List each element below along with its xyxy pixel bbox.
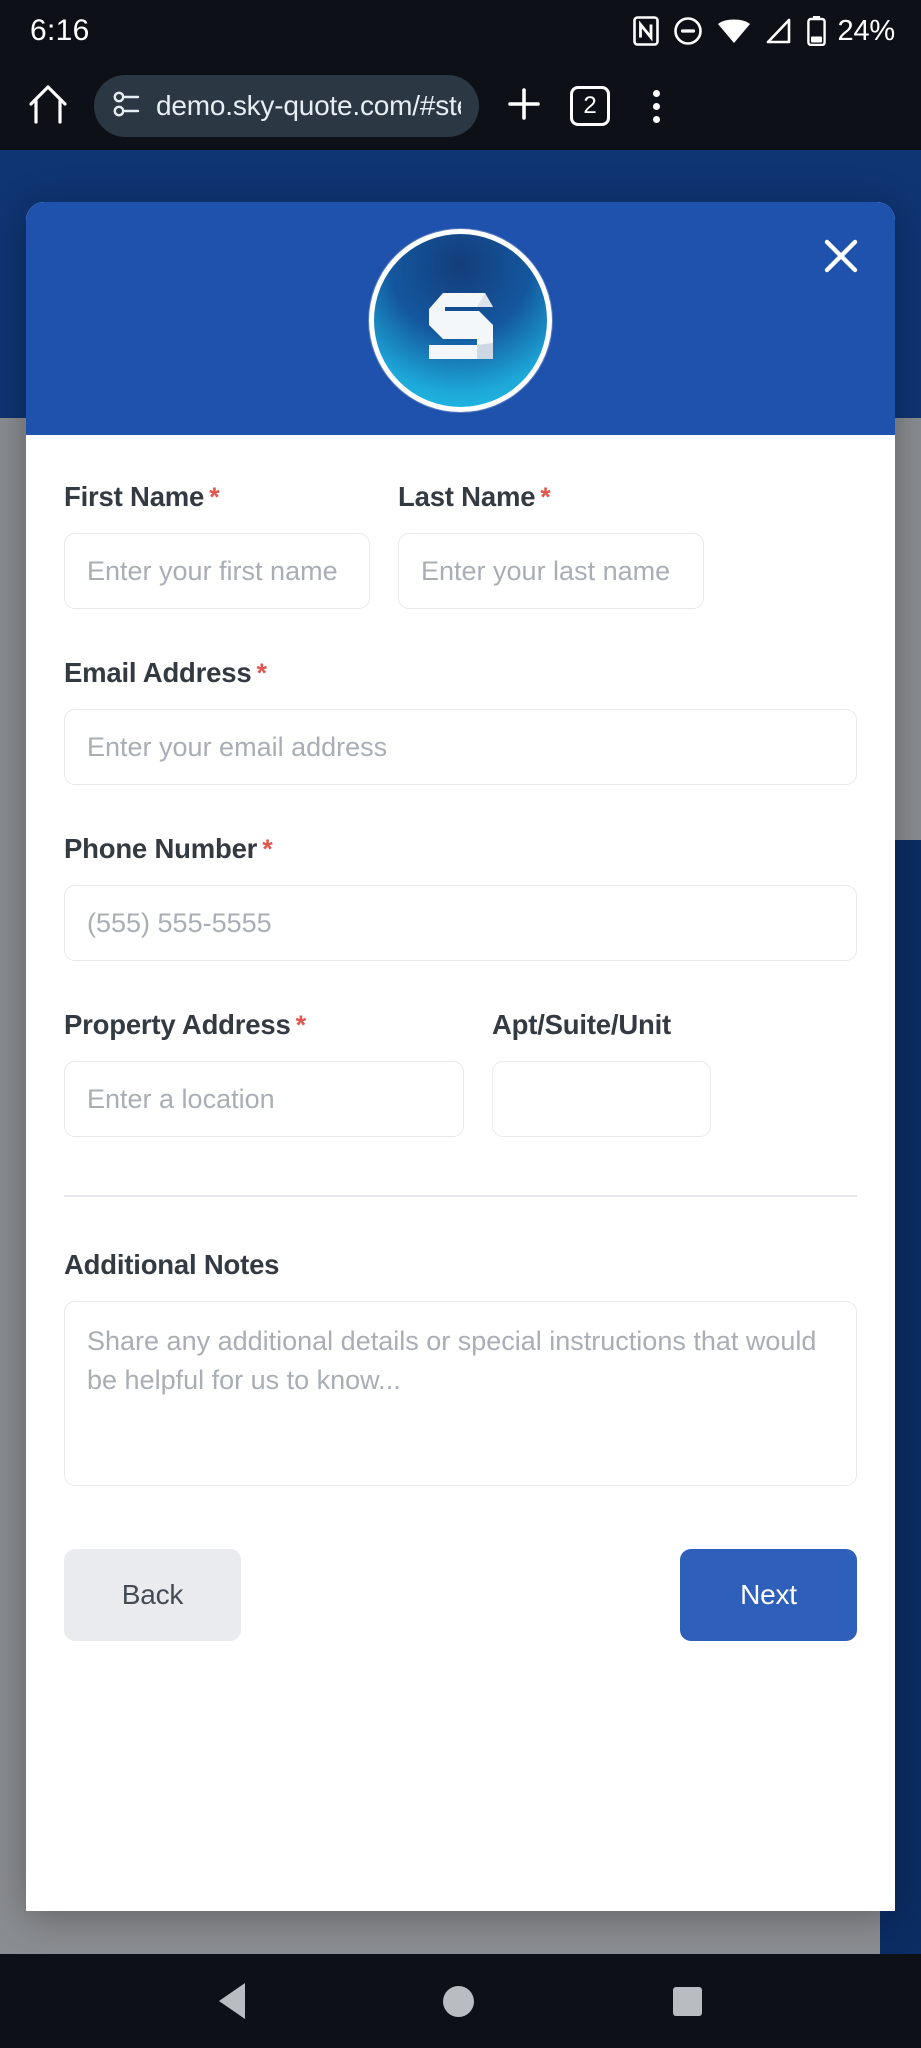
nav-recents-button[interactable] — [672, 1986, 702, 2016]
property-address-label-text: Property Address — [64, 1009, 291, 1040]
apt-unit-field-group: Apt/Suite/Unit — [492, 1009, 711, 1137]
additional-notes-field-group: Additional Notes — [64, 1249, 857, 1491]
apt-unit-input[interactable] — [492, 1061, 711, 1137]
status-clock: 6:16 — [30, 14, 90, 47]
last-name-label: Last Name * — [398, 481, 704, 513]
first-name-label-text: First Name — [64, 481, 205, 512]
last-name-input[interactable] — [398, 533, 704, 609]
home-button[interactable] — [18, 76, 78, 136]
additional-notes-label: Additional Notes — [64, 1248, 280, 1280]
browser-toolbar: demo.sky-quote.com/#step 2 — [0, 62, 921, 150]
quote-form-modal: First Name* Last Name* Email Address* — [26, 202, 895, 1911]
nav-back-button[interactable] — [219, 1983, 246, 2019]
do-not-disturb-icon — [673, 16, 703, 46]
modal-footer: Back Next — [26, 1539, 895, 1641]
home-icon — [26, 82, 70, 131]
last-name-label-text: Last Name — [398, 481, 536, 512]
tab-switcher-button[interactable]: 2 — [559, 75, 621, 137]
browser-menu-button[interactable] — [625, 75, 687, 137]
nav-back-triangle-icon — [219, 1983, 246, 2019]
device-screen: 6:16 24% demo.sky-quote.com/#step 2 Firs… — [0, 0, 921, 2048]
nav-recents-square-icon — [672, 1986, 702, 2016]
nav-home-circle-icon — [443, 1985, 475, 2017]
next-button[interactable]: Next — [680, 1548, 857, 1641]
address-field-row: Property Address* Apt/Suite/Unit — [64, 1009, 857, 1185]
required-asterisk: * — [256, 658, 267, 688]
back-button[interactable]: Back — [64, 1548, 241, 1641]
property-address-field-group: Property Address * — [64, 1009, 464, 1137]
close-modal-button[interactable] — [813, 230, 869, 286]
plus-icon — [502, 82, 546, 131]
required-asterisk: * — [262, 834, 273, 864]
nfc-icon — [632, 16, 659, 46]
battery-percent-label: 24% — [837, 14, 896, 47]
phone-field-group: Phone Number * — [64, 833, 857, 961]
property-address-label: Property Address * — [64, 1009, 464, 1041]
required-asterisk: * — [540, 482, 551, 512]
tab-count-badge: 2 — [570, 86, 610, 126]
email-label-text: Email Address — [64, 657, 252, 688]
apt-unit-label: Apt/Suite/Unit — [492, 1009, 671, 1040]
battery-icon — [806, 16, 826, 46]
name-field-row: First Name* Last Name* — [64, 481, 857, 657]
phone-input[interactable] — [64, 885, 857, 961]
email-field-group: Email Address * — [64, 657, 857, 785]
close-icon — [818, 233, 864, 284]
address-bar[interactable]: demo.sky-quote.com/#step — [94, 75, 479, 137]
required-asterisk: * — [209, 482, 220, 512]
first-name-field-group: First Name * — [64, 481, 370, 609]
site-settings-icon[interactable] — [112, 89, 142, 124]
last-name-field-group: Last Name * — [398, 481, 704, 609]
status-bar: 6:16 24% — [0, 0, 921, 62]
overflow-menu-icon — [652, 89, 660, 123]
phone-label-text: Phone Number — [64, 833, 258, 864]
wifi-icon — [717, 17, 751, 45]
url-text: demo.sky-quote.com/#step — [156, 90, 461, 121]
phone-label: Phone Number * — [64, 833, 857, 865]
android-nav-bar — [0, 1954, 921, 2048]
modal-body: First Name* Last Name* Email Address* — [26, 435, 895, 1491]
status-icon-group: 24% — [632, 14, 896, 48]
new-tab-button[interactable] — [493, 75, 555, 137]
property-address-input[interactable] — [64, 1061, 464, 1137]
email-label: Email Address * — [64, 657, 857, 689]
additional-notes-textarea[interactable] — [64, 1300, 857, 1486]
first-name-label: First Name * — [64, 481, 370, 513]
nav-home-button[interactable] — [443, 1985, 475, 2017]
modal-header — [26, 202, 895, 435]
email-input[interactable] — [64, 709, 857, 785]
first-name-input[interactable] — [64, 533, 370, 609]
cellular-signal-icon — [765, 17, 793, 45]
sky-quote-logo — [369, 229, 552, 412]
section-divider — [64, 1195, 857, 1197]
required-asterisk: * — [295, 1010, 307, 1040]
